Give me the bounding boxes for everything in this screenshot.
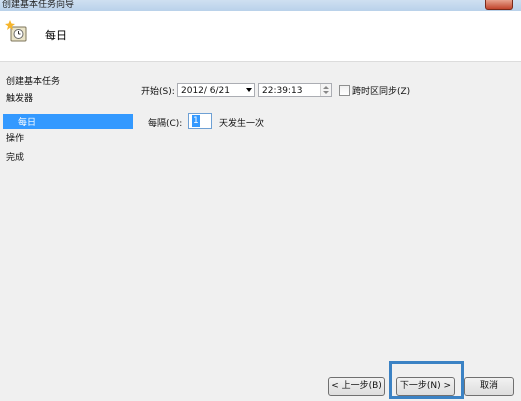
recur-unit-label: 天发生一次 (219, 119, 265, 129)
start-time-value: 22:39:13 (262, 86, 303, 96)
cancel-button[interactable]: 取消 (464, 377, 514, 396)
window-title: 创建基本任务向导 (2, 0, 75, 10)
next-button-highlight (389, 361, 464, 399)
start-time-field[interactable]: 22:39:13 (258, 83, 332, 97)
step-action[interactable]: 操作 (6, 131, 24, 144)
recur-every-label: 每隔(C): (148, 119, 183, 129)
sync-timezone-checkbox[interactable] (339, 85, 350, 96)
spin-down-icon[interactable] (323, 91, 329, 94)
recur-days-input[interactable]: 1 (188, 113, 212, 129)
title-bar: 创建基本任务向导 (0, 0, 521, 11)
step-daily-selected[interactable]: 每日 (3, 114, 133, 129)
close-button[interactable] (485, 0, 513, 10)
wizard-header: 每日 (0, 11, 521, 62)
start-date-value: 2012/ 6/21 (181, 86, 231, 96)
time-spinner[interactable] (320, 84, 331, 96)
chevron-down-icon[interactable] (246, 88, 252, 92)
step-daily-label: 每日 (18, 118, 37, 128)
sync-timezone-label[interactable]: 跨时区同步(Z) (352, 84, 410, 97)
task-scheduler-icon (5, 20, 27, 42)
page-title: 每日 (45, 29, 67, 42)
step-create-basic-task[interactable]: 创建基本任务 (6, 74, 60, 87)
step-trigger[interactable]: 触发器 (6, 91, 33, 104)
back-button[interactable]: < 上一步(B) (328, 377, 385, 396)
start-date-picker[interactable]: 2012/ 6/21 (177, 83, 255, 97)
spin-up-icon[interactable] (323, 86, 329, 89)
wizard-content: 创建基本任务 触发器 每日 操作 完成 开始(S): 2012/ 6/21 22… (0, 62, 521, 401)
recur-days-value: 1 (192, 115, 200, 127)
step-finish[interactable]: 完成 (6, 150, 24, 163)
start-label: 开始(S): (141, 87, 175, 97)
